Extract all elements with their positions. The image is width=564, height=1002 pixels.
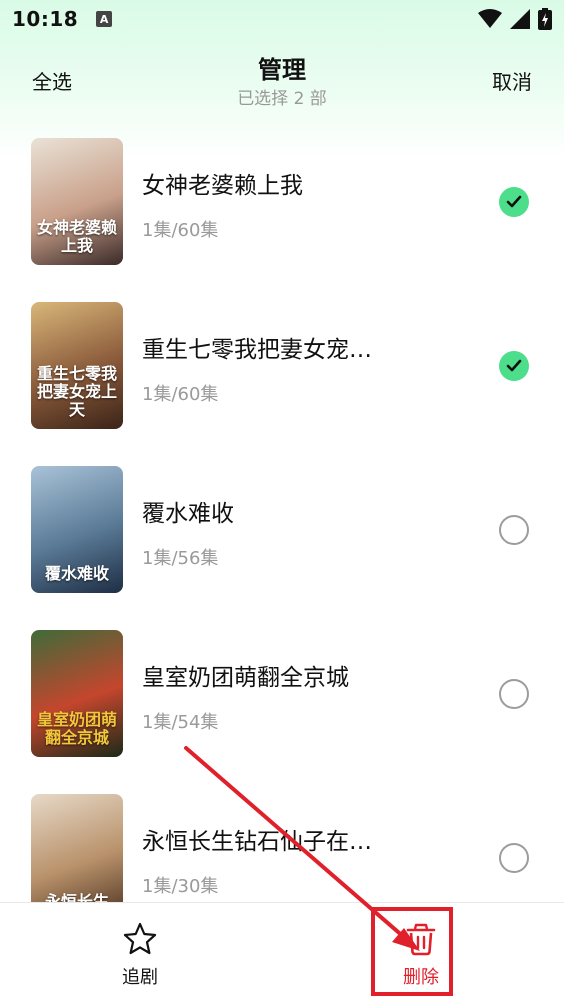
poster-title-art: 重生七零我把妻女宠上天 (36, 364, 117, 419)
selection-count: 已选择 2 部 (237, 89, 327, 109)
checkbox-checked[interactable] (499, 187, 529, 217)
poster-image[interactable]: 永恒长生 (31, 794, 123, 902)
checkmark-icon (506, 359, 522, 372)
item-title: 永恒长生钻石仙子在… (142, 829, 372, 855)
star-icon (123, 922, 157, 955)
poster-title-art: 女神老婆赖上我 (36, 218, 117, 255)
checkbox-unchecked[interactable] (499, 679, 529, 709)
checkbox-unchecked[interactable] (499, 515, 529, 545)
status-time: 10:18 (12, 7, 79, 31)
notification-icon: A (96, 11, 113, 27)
header: 全选 管理 已选择 2 部 取消 (0, 38, 564, 118)
item-title: 皇室奶团萌翻全京城 (142, 665, 349, 691)
signal-icon (510, 9, 530, 29)
page-title: 管理 (258, 56, 306, 84)
list-item[interactable]: 覆水难收 覆水难收 1集/56集 (0, 458, 564, 608)
item-title: 重生七零我把妻女宠… (142, 337, 372, 363)
battery-icon (538, 8, 552, 30)
status-bar: 10:18 A (0, 0, 564, 38)
checkbox-unchecked[interactable] (499, 843, 529, 873)
item-title: 覆水难收 (142, 501, 234, 527)
cancel-button[interactable]: 取消 (492, 66, 532, 95)
checkmark-icon (506, 195, 522, 208)
poster-title-art: 覆水难收 (44, 564, 109, 583)
poster-image[interactable]: 重生七零我把妻女宠上天 (31, 302, 123, 429)
poster-image[interactable]: 覆水难收 (31, 466, 123, 593)
poster-image[interactable]: 女神老婆赖上我 (31, 138, 123, 265)
drama-list: 女神老婆赖上我 女神老婆赖上我 1集/60集 重生七零我把妻女宠上天 重生七零我把妻女宠… (0, 130, 564, 902)
list-item[interactable]: 重生七零我把妻女宠上天 重生七零我把妻女宠… 1集/60集 (0, 294, 564, 444)
annotation-highlight-box (371, 907, 453, 996)
follow-button[interactable]: 追剧 (80, 903, 200, 1002)
follow-label: 追剧 (122, 967, 158, 988)
list-item[interactable]: 皇室奶团萌翻全京城 皇室奶团萌翻全京城 1集/54集 (0, 622, 564, 772)
list-item[interactable]: 永恒长生 永恒长生钻石仙子在… 1集/30集 (0, 786, 564, 902)
checkbox-checked[interactable] (499, 351, 529, 381)
wifi-icon (478, 9, 502, 28)
bottom-action-bar: 追剧 删除 (0, 902, 564, 1002)
poster-image[interactable]: 皇室奶团萌翻全京城 (31, 630, 123, 757)
item-title: 女神老婆赖上我 (142, 173, 303, 199)
episode-progress: 1集/56集 (142, 548, 219, 569)
poster-title-art: 永恒长生 (44, 892, 109, 903)
episode-progress: 1集/60集 (142, 220, 219, 241)
list-item[interactable]: 女神老婆赖上我 女神老婆赖上我 1集/60集 (0, 130, 564, 280)
episode-progress: 1集/60集 (142, 384, 219, 405)
poster-title-art: 皇室奶团萌翻全京城 (36, 710, 117, 747)
episode-progress: 1集/54集 (142, 712, 219, 733)
episode-progress: 1集/30集 (142, 876, 219, 897)
